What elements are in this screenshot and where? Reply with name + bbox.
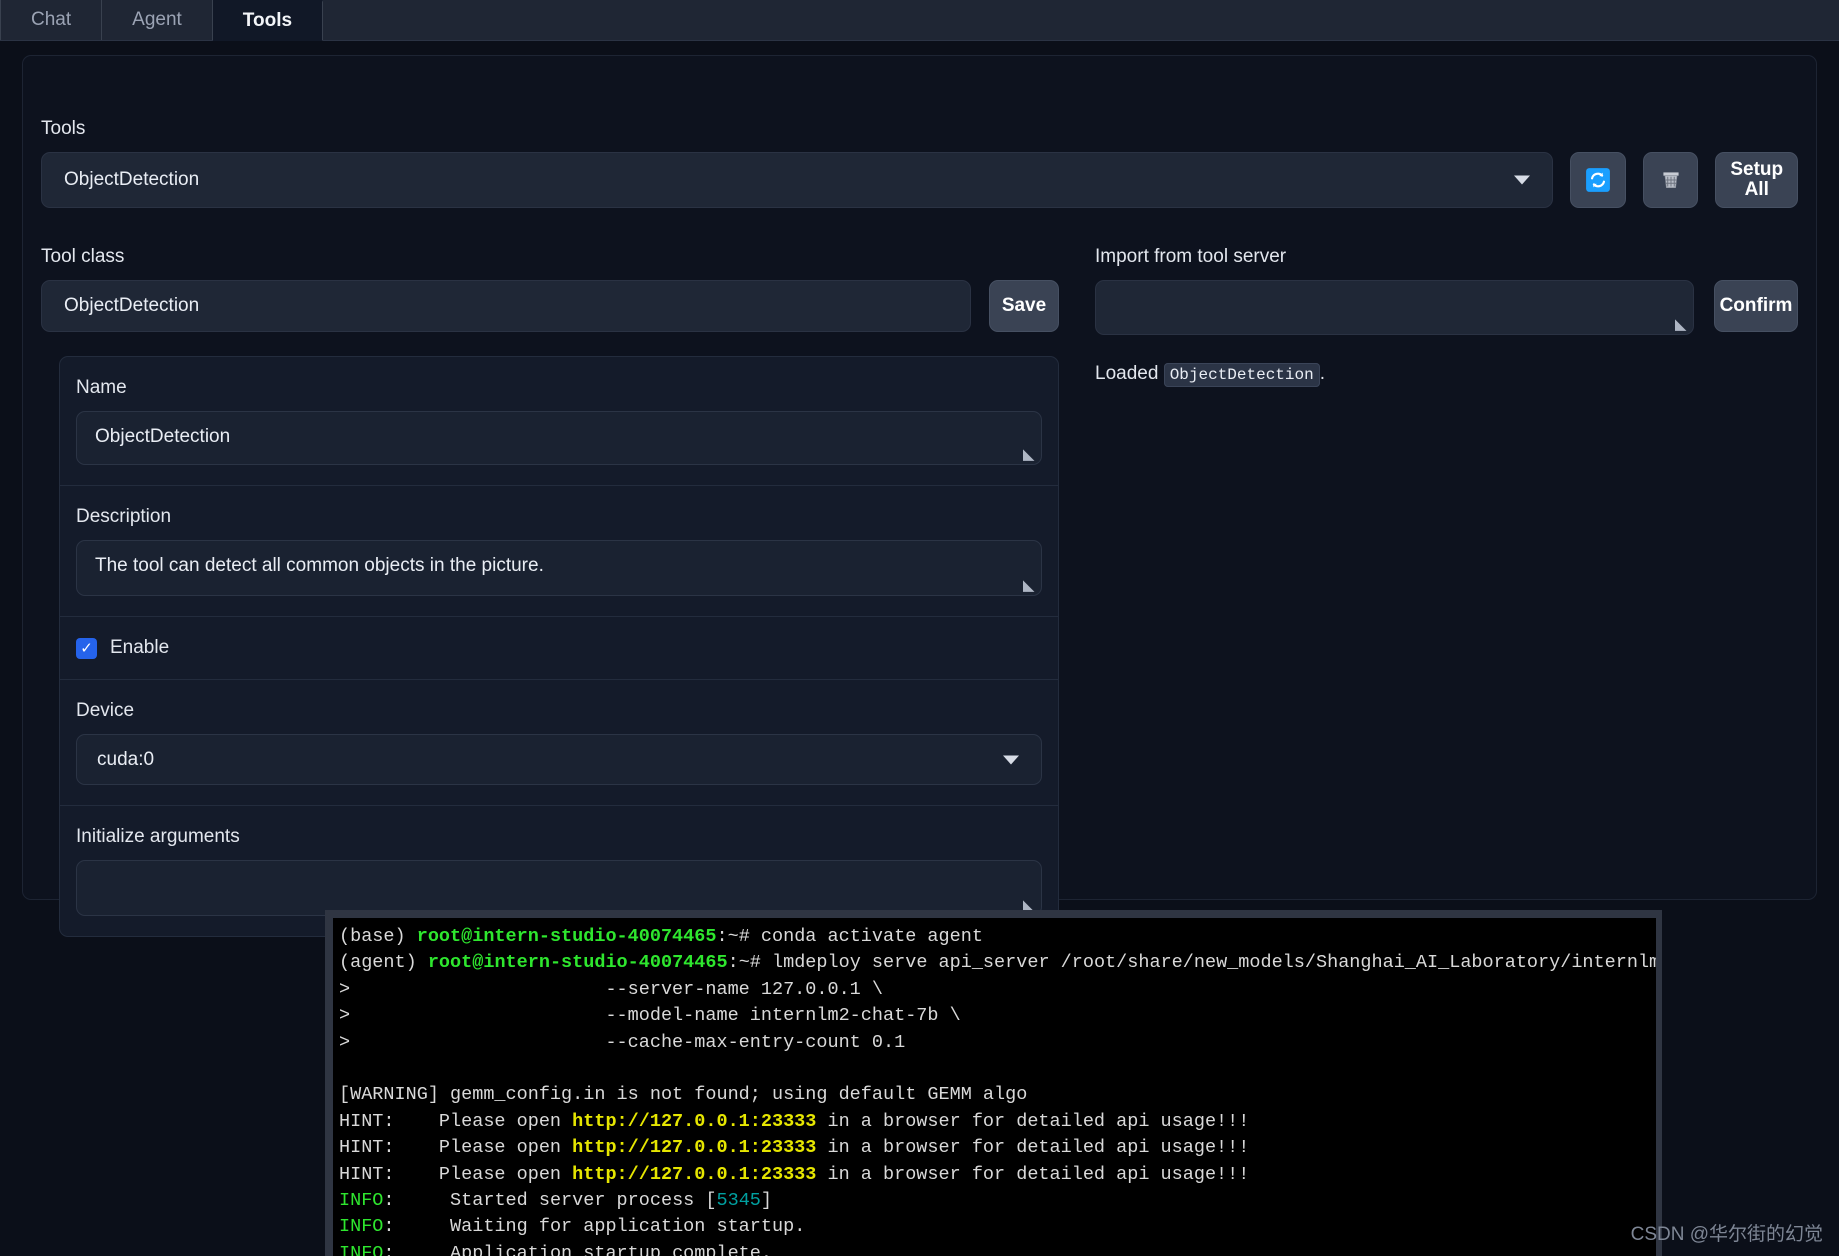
tool-class-label: Tool class	[41, 246, 125, 267]
tools-row: ObjectDetection Setup All	[41, 152, 1799, 208]
import-column: Import from tool server ◢ Confirm Loaded…	[1095, 246, 1798, 387]
terminal-line: > --model-name internlm2-chat-7b \	[339, 1005, 961, 1027]
loaded-tool-name: ObjectDetection	[1163, 363, 1320, 387]
chevron-down-icon	[1514, 175, 1530, 185]
tool-class-input[interactable]: ObjectDetection	[41, 280, 971, 332]
name-section: Name ObjectDetection ◢	[60, 357, 1058, 486]
description-label: Description	[76, 506, 172, 527]
name-value: ObjectDetection	[95, 426, 231, 447]
check-icon: ✓	[80, 640, 93, 657]
trash-icon	[1662, 172, 1679, 188]
terminal-output[interactable]: (base) root@intern-studio-40074465:~# co…	[333, 918, 1656, 1256]
name-input[interactable]: ObjectDetection ◢	[76, 411, 1042, 465]
device-label: Device	[76, 700, 135, 721]
terminal-line: (base) root@intern-studio-40074465:~# co…	[339, 926, 983, 947]
tools-dropdown-value: ObjectDetection	[64, 169, 200, 190]
tab-agent[interactable]: Agent	[102, 0, 213, 40]
refresh-icon	[1585, 168, 1610, 192]
enable-checkbox[interactable]: ✓	[76, 637, 97, 659]
enable-section: ✓ Enable	[60, 617, 1058, 680]
description-value: The tool can detect all common objects i…	[95, 555, 544, 576]
tab-chat[interactable]: Chat	[0, 0, 103, 40]
device-dropdown[interactable]: cuda:0	[76, 734, 1042, 785]
loaded-prefix: Loaded	[1095, 363, 1159, 384]
enable-label: Enable	[110, 637, 170, 658]
delete-button[interactable]	[1642, 152, 1699, 208]
import-row: ◢ Confirm	[1095, 280, 1798, 335]
chevron-down-icon	[1003, 755, 1019, 764]
terminal-line: INFO: Application startup complete.	[339, 1242, 772, 1256]
tool-details-panel: Name ObjectDetection ◢ Description The t…	[59, 356, 1059, 937]
terminal-line: HINT: Please open http://127.0.0.1:23333…	[339, 1110, 1250, 1132]
device-section: Device cuda:0	[60, 680, 1058, 806]
refresh-button[interactable]	[1570, 152, 1626, 208]
loaded-suffix: .	[1319, 363, 1325, 384]
name-label: Name	[76, 377, 127, 398]
enable-row[interactable]: ✓ Enable	[76, 637, 1042, 659]
resize-handle-icon[interactable]: ◢	[1023, 446, 1037, 463]
setup-all-line1: Setup	[1730, 159, 1784, 181]
terminal-line: INFO: Started server process [5345]	[339, 1190, 773, 1212]
terminal-line: > --cache-max-entry-count 0.1	[339, 1031, 906, 1053]
tool-class-row: ObjectDetection Save	[41, 280, 1059, 332]
setup-all-line2: All	[1744, 179, 1769, 200]
page-body: Tools ObjectDetection Setup All Tool cla…	[0, 41, 1839, 1256]
terminal-window: (base) root@intern-studio-40074465:~# co…	[325, 910, 1662, 1256]
import-input[interactable]: ◢	[1095, 280, 1694, 335]
device-value: cuda:0	[97, 748, 155, 770]
setup-all-button[interactable]: Setup All	[1715, 152, 1799, 208]
terminal-line: [WARNING] gemm_config.in is not found; u…	[339, 1084, 1028, 1106]
init-args-input[interactable]: ◢	[76, 860, 1042, 916]
resize-handle-icon[interactable]: ◢	[1675, 316, 1689, 333]
terminal-line: (agent) root@intern-studio-40074465:~# l…	[339, 952, 1656, 974]
save-button[interactable]: Save	[989, 280, 1059, 332]
watermark: CSDN @华尔街的幻觉	[1630, 1224, 1823, 1245]
tools-dropdown[interactable]: ObjectDetection	[41, 152, 1553, 208]
confirm-button[interactable]: Confirm	[1714, 280, 1798, 332]
tools-label: Tools	[41, 118, 86, 139]
import-label: Import from tool server	[1095, 246, 1287, 267]
loaded-status: Loaded ObjectDetection.	[1095, 363, 1798, 387]
resize-handle-icon[interactable]: ◢	[1023, 577, 1037, 594]
main-tabbar: Chat Agent Tools	[0, 0, 1839, 41]
tools-card: Tools ObjectDetection Setup All Tool cla…	[22, 55, 1817, 937]
description-section: Description The tool can detect all comm…	[60, 486, 1058, 617]
tool-class-value: ObjectDetection	[64, 295, 200, 316]
init-args-label: Initialize arguments	[76, 826, 240, 847]
terminal-line: INFO: Waiting for application startup.	[339, 1216, 806, 1238]
tools-section: Tools ObjectDetection Setup All	[41, 118, 1799, 208]
description-input[interactable]: The tool can detect all common objects i…	[76, 540, 1042, 596]
terminal-line: HINT: Please open http://127.0.0.1:23333…	[339, 1163, 1250, 1185]
terminal-line: HINT: Please open http://127.0.0.1:23333…	[339, 1137, 1250, 1159]
tab-tools[interactable]: Tools	[212, 0, 324, 41]
terminal-line: > --server-name 127.0.0.1 \	[339, 978, 883, 1000]
